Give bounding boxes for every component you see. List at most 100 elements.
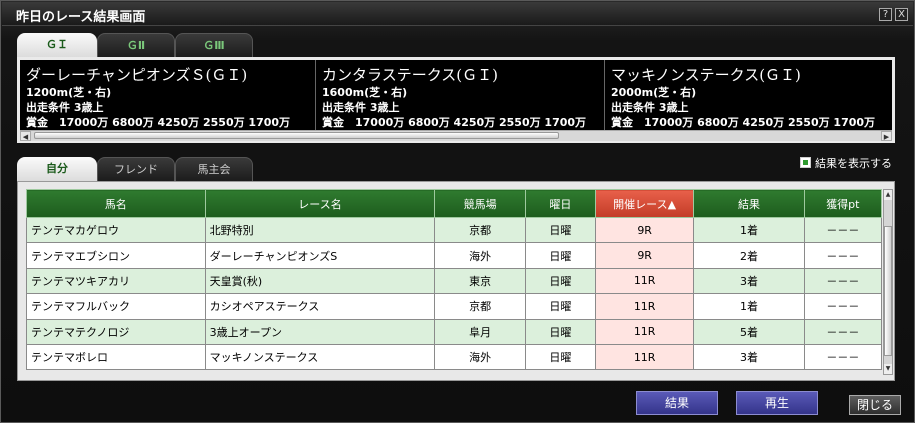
cell-points: －－－ [803, 343, 883, 371]
title-bar: 昨日のレース結果画面 ? X [2, 2, 913, 26]
help-button[interactable]: ? [879, 8, 892, 21]
cell-horse-name: テンテマエブシロン [26, 242, 206, 269]
cell-horse-name: テンテマテクノロジ [26, 318, 206, 345]
race-condition: 出走条件 3歳上 [322, 101, 400, 114]
cell-race-number: 11R [594, 343, 695, 371]
tab-friend[interactable]: フレンド [97, 157, 175, 181]
cell-race-name: 北野特別 [204, 216, 436, 244]
cell-race-number: 9R [594, 242, 695, 269]
cell-race-number: 9R [594, 216, 695, 244]
cell-racecourse: 海外 [434, 242, 526, 269]
race-condition: 出走条件 3歳上 [611, 101, 689, 114]
show-results-toggle[interactable]: 結果を表示する [800, 155, 892, 171]
cell-day: 日曜 [524, 293, 596, 320]
race-prize: 賞金 17000万 6800万 4250万 2550万 1700万 [611, 116, 876, 129]
cell-horse-name: テンテマボレロ [26, 343, 206, 371]
race-card[interactable]: マッキノンステークス(ＧＩ) 2000m(芝・右) 出走条件 3歳上 賞金 17… [605, 60, 892, 130]
table-row[interactable]: テンテマツキアカリ 天皇賞(秋) 東京 日曜 11R 3着 －－－ [26, 267, 883, 295]
cell-race-name: マッキノンステークス [204, 343, 436, 371]
cell-result: 1着 [693, 216, 805, 244]
race-horizontal-scrollbar[interactable]: ◀ ▶ [20, 130, 892, 141]
show-results-label: 結果を表示する [815, 157, 892, 170]
table-row[interactable]: テンテマテクノロジ 3歳上オープン 阜月 日曜 11R 5着 －－－ [26, 318, 883, 345]
cell-result: 2着 [693, 242, 805, 269]
table-vertical-scrollbar[interactable]: ▲ ▼ [883, 189, 893, 375]
scroll-up-icon[interactable]: ▲ [884, 190, 892, 200]
cell-result: 3着 [693, 267, 805, 295]
cell-day: 日曜 [524, 318, 596, 345]
race-prize: 賞金 17000万 6800万 4250万 2550万 1700万 [322, 116, 587, 129]
tab-g2[interactable]: ＧⅡ [97, 33, 175, 57]
race-distance: 1200m(芝・右) [26, 86, 112, 99]
cell-day: 日曜 [524, 242, 596, 269]
race-name: カンタラステークス(ＧＩ) [322, 66, 498, 84]
cell-result: 1着 [693, 293, 805, 320]
cell-day: 日曜 [524, 267, 596, 295]
cell-race-name: カシオペアステークス [204, 293, 436, 320]
scroll-down-icon[interactable]: ▼ [884, 364, 892, 374]
cell-race-name: ダーレーチャンピオンズS [204, 242, 436, 269]
cell-points: －－－ [803, 293, 883, 320]
results-window: 昨日のレース結果画面 ? X ＧＩ ＧⅡ ＧⅢ ダーレーチャンピオンズＳ(ＧＩ)… [0, 0, 915, 423]
cell-result: 3着 [693, 343, 805, 371]
scroll-right-icon[interactable]: ▶ [881, 131, 892, 141]
cell-racecourse: 阜月 [434, 318, 526, 345]
col-horse-name[interactable]: 馬名 [26, 189, 206, 218]
close-button[interactable]: 閉じる [849, 395, 901, 415]
window-title: 昨日のレース結果画面 [16, 10, 146, 25]
race-name: ダーレーチャンピオンズＳ(ＧＩ) [26, 66, 248, 84]
col-result[interactable]: 結果 [693, 189, 805, 218]
tab-owners-club[interactable]: 馬主会 [175, 157, 253, 181]
col-points[interactable]: 獲得pt [803, 189, 883, 218]
cell-horse-name: テンテマカゲロウ [26, 216, 206, 244]
race-condition: 出走条件 3歳上 [26, 101, 104, 114]
scroll-thumb[interactable] [34, 132, 559, 139]
cell-points: －－－ [803, 242, 883, 269]
tab-g3[interactable]: ＧⅢ [175, 33, 253, 57]
cell-racecourse: 東京 [434, 267, 526, 295]
cell-points: －－－ [803, 318, 883, 345]
table-row[interactable]: テンテマボレロ マッキノンステークス 海外 日曜 11R 3着 －－－ [26, 343, 883, 371]
race-card[interactable]: カンタラステークス(ＧＩ) 1600m(芝・右) 出走条件 3歳上 賞金 170… [316, 60, 605, 130]
cell-horse-name: テンテマツキアカリ [26, 267, 206, 295]
replay-button[interactable]: 再生 [736, 391, 818, 415]
cell-racecourse: 海外 [434, 343, 526, 371]
results-panel: 馬名 レース名 競馬場 曜日 開催レース▲ 結果 獲得pt テンテマカゲロウ 北… [17, 181, 895, 381]
tab-self[interactable]: 自分 [17, 157, 97, 181]
table-row[interactable]: テンテマエブシロン ダーレーチャンピオンズS 海外 日曜 9R 2着 －－－ [26, 242, 883, 269]
cell-result: 5着 [693, 318, 805, 345]
col-race-number[interactable]: 開催レース▲ [594, 189, 695, 218]
close-window-button[interactable]: X [895, 8, 908, 21]
cell-race-number: 11R [594, 318, 695, 345]
tab-g1[interactable]: ＧＩ [17, 33, 97, 57]
col-day[interactable]: 曜日 [524, 189, 596, 218]
cell-racecourse: 京都 [434, 293, 526, 320]
cell-points: －－－ [803, 267, 883, 295]
result-button[interactable]: 結果 [636, 391, 718, 415]
cell-points: －－－ [803, 216, 883, 244]
cell-race-number: 11R [594, 293, 695, 320]
table-row[interactable]: テンテマフルバック カシオペアステークス 京都 日曜 11R 1着 －－－ [26, 293, 883, 320]
race-distance: 2000m(芝・右) [611, 86, 697, 99]
results-table: 馬名 レース名 競馬場 曜日 開催レース▲ 結果 獲得pt テンテマカゲロウ 北… [26, 189, 883, 371]
race-prize: 賞金 17000万 6800万 4250万 2550万 1700万 [26, 116, 291, 129]
cell-race-name: 3歳上オープン [204, 318, 436, 345]
col-race-name[interactable]: レース名 [204, 189, 436, 218]
cell-race-number: 11R [594, 267, 695, 295]
race-info-panel: ダーレーチャンピオンズＳ(ＧＩ) 1200m(芝・右) 出走条件 3歳上 賞金 … [17, 57, 895, 143]
cell-horse-name: テンテマフルバック [26, 293, 206, 320]
cell-day: 日曜 [524, 216, 596, 244]
cell-race-name: 天皇賞(秋) [204, 267, 436, 295]
race-card[interactable]: ダーレーチャンピオンズＳ(ＧＩ) 1200m(芝・右) 出走条件 3歳上 賞金 … [20, 60, 316, 130]
show-results-checkbox[interactable] [800, 157, 811, 168]
scroll-left-icon[interactable]: ◀ [20, 131, 31, 141]
cell-racecourse: 京都 [434, 216, 526, 244]
col-racecourse[interactable]: 競馬場 [434, 189, 526, 218]
scroll-thumb[interactable] [884, 226, 892, 356]
race-list: ダーレーチャンピオンズＳ(ＧＩ) 1200m(芝・右) 出走条件 3歳上 賞金 … [20, 60, 892, 130]
race-name: マッキノンステークス(ＧＩ) [611, 66, 801, 84]
cell-day: 日曜 [524, 343, 596, 371]
race-distance: 1600m(芝・右) [322, 86, 408, 99]
table-row[interactable]: テンテマカゲロウ 北野特別 京都 日曜 9R 1着 －－－ [26, 216, 883, 244]
table-header-row: 馬名 レース名 競馬場 曜日 開催レース▲ 結果 獲得pt [26, 189, 883, 218]
